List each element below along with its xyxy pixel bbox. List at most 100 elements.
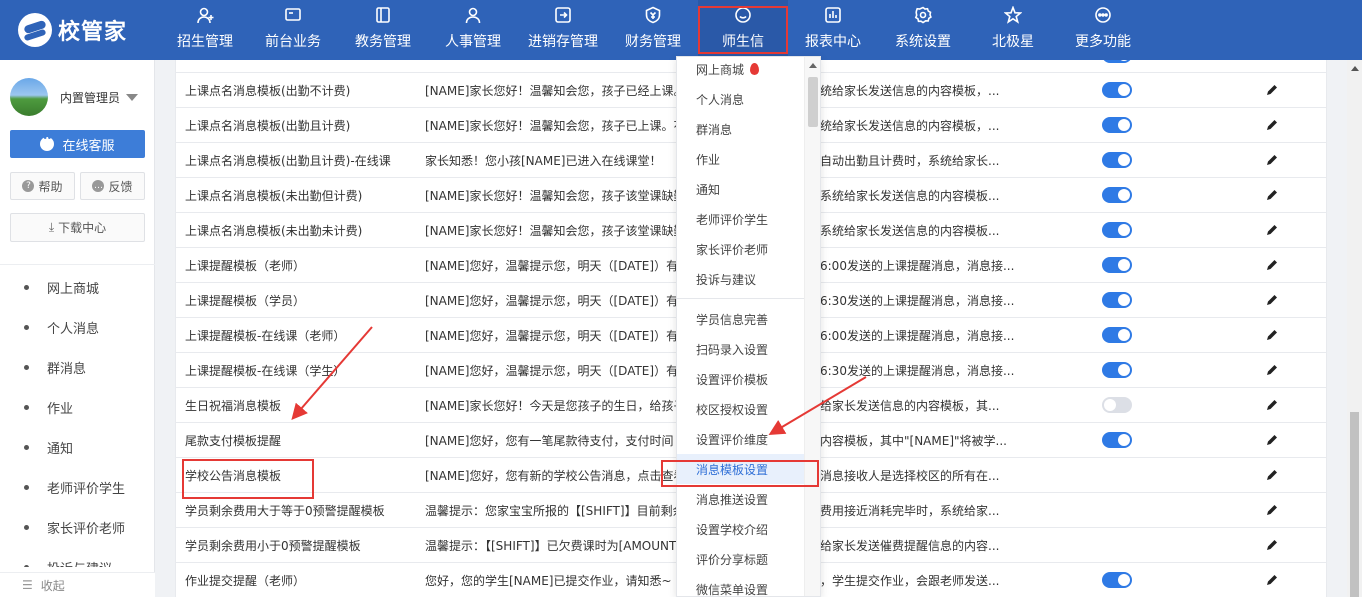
annotation-box-row: [182, 459, 314, 499]
scroll-up-icon[interactable]: [809, 63, 817, 68]
dropdown-item-group2-2[interactable]: 设置评价模板: [677, 364, 804, 394]
user-name: 内置管理员: [60, 90, 121, 105]
collapse-label: 收起: [40, 578, 65, 593]
enable-toggle[interactable]: [1102, 60, 1132, 63]
template-description: 给家长发送信息的内容模板，其...: [820, 398, 1000, 413]
edit-icon[interactable]: [1265, 573, 1279, 587]
monitor-icon: [283, 5, 303, 25]
edit-icon[interactable]: [1265, 398, 1279, 412]
feedback-label: 反馈: [108, 179, 133, 194]
edit-icon[interactable]: [1265, 60, 1279, 62]
sidebar-item-1[interactable]: 网上商城: [0, 267, 155, 307]
nav-item-1[interactable]: 招生管理: [162, 0, 248, 60]
sidebar-item-5[interactable]: 通知: [0, 427, 155, 467]
edit-icon[interactable]: [1265, 468, 1279, 482]
help-label: 帮助: [38, 179, 63, 194]
bullet-icon: [24, 324, 29, 330]
nav-item-9[interactable]: 系统设置: [878, 0, 968, 60]
dropdown-scrollbar[interactable]: [804, 57, 820, 596]
dropdown-item-group1-4[interactable]: 通知: [677, 174, 804, 204]
nav-item-10[interactable]: 北极星: [968, 0, 1058, 60]
dropdown-item-group2-1[interactable]: 扫码录入设置: [677, 334, 804, 364]
dropdown-item-group1-5[interactable]: 老师评价学生: [677, 204, 804, 234]
dropdown-item-group2-7[interactable]: 设置学校介绍: [677, 514, 804, 544]
sidebar-item-7[interactable]: 家长评价老师: [0, 507, 155, 547]
star-icon: [1003, 5, 1023, 25]
template-description: 费用接近消耗完毕时，系统给家...: [820, 503, 1000, 518]
enable-toggle[interactable]: [1102, 362, 1132, 378]
nav-item-8[interactable]: 报表中心: [788, 0, 878, 60]
top-nav-bar: 校管家 招生管理 前台业务 教务管理 人事管理 进销存管理 财务管理 师生信 报表中心 系统设置…: [0, 0, 1362, 60]
logo[interactable]: 校管家: [18, 12, 127, 48]
edit-icon[interactable]: [1265, 83, 1279, 97]
collapse-button[interactable]: ☰ 收起: [0, 572, 155, 597]
nav-item-3[interactable]: 教务管理: [338, 0, 428, 60]
edit-icon[interactable]: [1265, 363, 1279, 377]
dropdown-item-group2-3[interactable]: 校区授权设置: [677, 394, 804, 424]
edit-icon[interactable]: [1265, 188, 1279, 202]
nav-item-7[interactable]: 师生信: [698, 0, 788, 60]
sidebar-item-6[interactable]: 老师评价学生: [0, 467, 155, 507]
dropdown-item-group2-4[interactable]: 设置评价维度: [677, 424, 804, 454]
nav-item-11[interactable]: 更多功能: [1058, 0, 1148, 60]
template-name: 上课点名消息模板(未出勤但计费): [185, 188, 363, 203]
enable-toggle[interactable]: [1102, 187, 1132, 203]
enable-toggle[interactable]: [1102, 327, 1132, 343]
page-scrollbar[interactable]: [1347, 60, 1362, 597]
help-button[interactable]: ? 帮助: [10, 172, 75, 200]
template-description: 统给家长发送信息的内容模板，...: [820, 118, 1000, 133]
edit-icon[interactable]: [1265, 433, 1279, 447]
dropdown-item-group2-6[interactable]: 消息推送设置: [677, 484, 804, 514]
dropdown-item-group2-0[interactable]: 学员信息完善: [677, 304, 804, 334]
nav-item-5[interactable]: 进销存管理: [518, 0, 608, 60]
edit-icon[interactable]: [1265, 223, 1279, 237]
scrollbar-thumb[interactable]: [808, 77, 818, 127]
user-menu[interactable]: 内置管理员: [10, 78, 150, 116]
edit-icon[interactable]: [1265, 328, 1279, 342]
scroll-up-icon[interactable]: [1351, 66, 1359, 71]
enable-toggle[interactable]: [1102, 292, 1132, 308]
enable-toggle[interactable]: [1102, 572, 1132, 588]
enable-toggle[interactable]: [1102, 117, 1132, 133]
feedback-button[interactable]: … 反馈: [80, 172, 145, 200]
scrollbar-thumb[interactable]: [1350, 412, 1359, 597]
nav-item-4[interactable]: 人事管理: [428, 0, 518, 60]
enable-toggle[interactable]: [1102, 397, 1132, 413]
sidebar-item-4[interactable]: 作业: [0, 387, 155, 427]
template-content: [NAME]您好，温馨提示您，明天（[DATE]）有: [425, 363, 679, 378]
nav-item-2[interactable]: 前台业务: [248, 0, 338, 60]
edit-icon[interactable]: [1265, 503, 1279, 517]
enable-toggle[interactable]: [1102, 152, 1132, 168]
template-name: 学员剩余费用小于0预警提醒模板: [185, 538, 361, 553]
sidebar-item-2[interactable]: 个人消息: [0, 307, 155, 347]
download-center-button[interactable]: ⤓ 下载中心: [10, 213, 145, 242]
edit-icon[interactable]: [1265, 153, 1279, 167]
sidebar-item-8[interactable]: 投诉与建议: [0, 547, 155, 567]
dropdown-item-label: 老师评价学生: [696, 212, 769, 227]
dropdown-item-group1-0[interactable]: 网上商城: [677, 57, 804, 84]
edit-icon[interactable]: [1265, 293, 1279, 307]
sidebar-item-3[interactable]: 群消息: [0, 347, 155, 387]
enable-toggle[interactable]: [1102, 432, 1132, 448]
dropdown-item-group1-1[interactable]: 个人消息: [677, 84, 804, 114]
template-content: [NAME]家长您好！温馨知会您，孩子已上课。花费: [425, 118, 679, 133]
dropdown-item-group1-7[interactable]: 投诉与建议: [677, 264, 804, 294]
chevron-down-icon: [126, 93, 139, 101]
dropdown-item-group2-8[interactable]: 评价分享标题: [677, 544, 804, 574]
nav-item-label: 进销存管理: [528, 34, 598, 50]
dropdown-item-group2-9[interactable]: 微信菜单设置: [677, 574, 804, 597]
dropdown-item-group1-2[interactable]: 群消息: [677, 114, 804, 144]
template-description: 6:00发送的上课提醒消息，消息接...: [820, 328, 1015, 343]
enable-toggle[interactable]: [1102, 82, 1132, 98]
dropdown-item-group1-6[interactable]: 家长评价老师: [677, 234, 804, 264]
edit-icon[interactable]: [1265, 258, 1279, 272]
enable-toggle[interactable]: [1102, 257, 1132, 273]
edit-icon[interactable]: [1265, 538, 1279, 552]
template-content: [NAME]家长您好！温馨知会您，孩子该堂课缺勤: [425, 188, 679, 203]
dropdown-item-group1-3[interactable]: 作业: [677, 144, 804, 174]
edit-icon[interactable]: [1265, 118, 1279, 132]
nav-item-6[interactable]: 财务管理: [608, 0, 698, 60]
divider: [0, 264, 155, 265]
enable-toggle[interactable]: [1102, 222, 1132, 238]
online-service-button[interactable]: 在线客服: [10, 130, 145, 158]
